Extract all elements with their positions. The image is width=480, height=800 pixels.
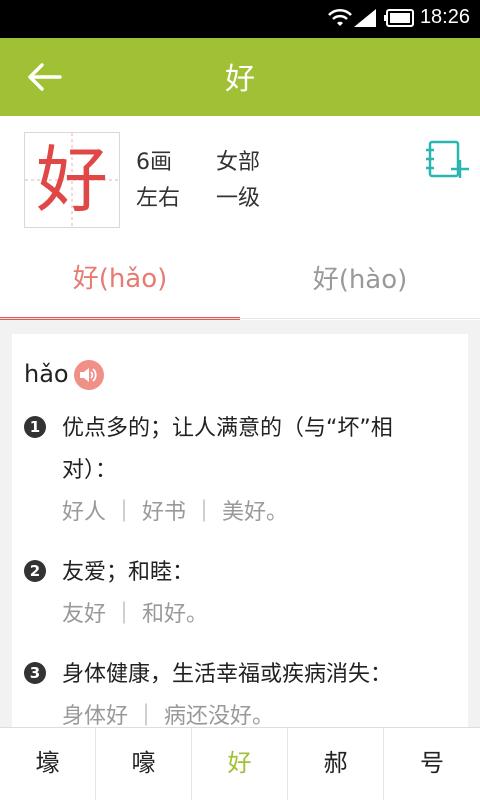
speaker-icon: [80, 368, 97, 382]
status-time: 18:26: [419, 6, 470, 28]
pinyin-label: hǎo: [24, 360, 69, 388]
radical: 女部: [216, 150, 261, 175]
character-info-panel: 好 6画 女部 左右 一级: [0, 116, 480, 240]
related-char-item[interactable]: 郝: [288, 728, 384, 800]
pronunciation-tabs: 好(hǎo) 好(hào): [0, 240, 480, 320]
related-characters-bar: 壕 嚎 好 郝 号: [0, 727, 480, 800]
definition-text: 身体健康，生活幸福或疾病消失：: [62, 662, 393, 687]
definition-examples: 友好 ｜ 和好。: [62, 602, 208, 627]
page-title: 好: [225, 62, 255, 97]
definition-examples: 好人 ｜ 好书 ｜ 美好。: [62, 500, 288, 525]
character-glyph: 好: [35, 138, 108, 222]
wifi-icon: [328, 8, 352, 26]
definition-card: hǎo 1 优点多的；让人满意的（与“坏”相 对）： 好人 ｜ 好书 ｜ 美好。…: [12, 334, 468, 734]
structure: 左右: [136, 186, 181, 211]
related-char-item-current[interactable]: 好: [192, 728, 288, 800]
definition-number: 1: [24, 416, 46, 438]
definition-text-continued: 对）：: [62, 458, 118, 483]
tab-hao3[interactable]: 好(hǎo): [0, 240, 240, 320]
definition-number: 2: [24, 560, 46, 582]
app-bar: 好: [0, 38, 480, 116]
definition-text: 优点多的；让人满意的（与“坏”相: [62, 416, 393, 441]
play-sound-button[interactable]: [74, 360, 104, 390]
signal-icon: [354, 9, 376, 27]
related-char-item[interactable]: 号: [384, 728, 480, 800]
add-to-notebook-icon[interactable]: [424, 138, 470, 180]
level: 一级: [216, 186, 261, 211]
related-char-item[interactable]: 嚎: [96, 728, 192, 800]
definition-text: 友爱；和睦：: [62, 560, 195, 585]
character-grid-box: 好: [24, 132, 120, 228]
definition-number: 3: [24, 662, 46, 684]
definition-examples: 身体好 ｜ 病还没好。: [62, 704, 274, 729]
stroke-count: 6画: [136, 150, 172, 175]
status-bar: 18:26: [0, 0, 480, 38]
tab-hao4[interactable]: 好(hào): [240, 240, 480, 320]
related-char-item[interactable]: 壕: [0, 728, 96, 800]
tabs-divider: [0, 318, 480, 319]
battery-icon: [384, 9, 414, 27]
